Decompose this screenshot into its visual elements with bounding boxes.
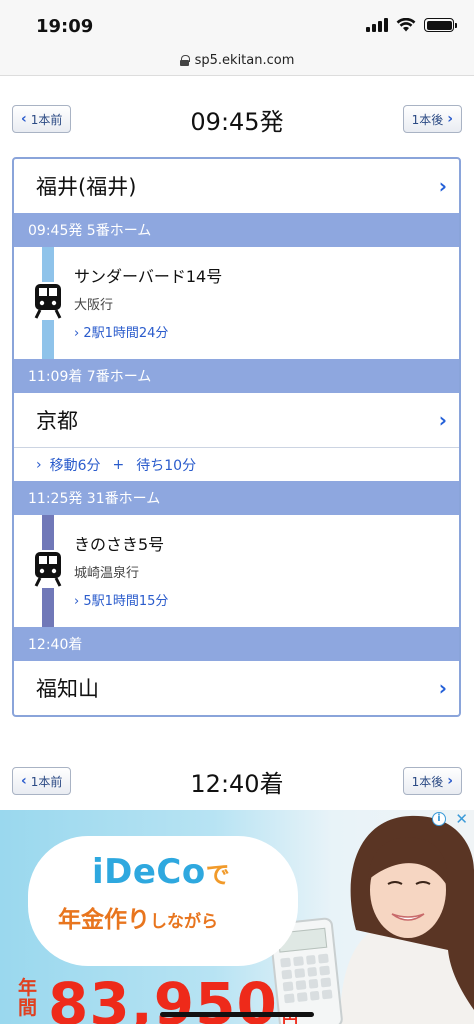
chevron-right-icon: › — [447, 111, 453, 127]
chevron-right-icon: › — [438, 174, 447, 198]
route-card: 福井(福井) › 09:45発 5番ホーム サンダーバード14号 大阪行 › 2… — [12, 157, 461, 717]
chevron-right-icon: › — [447, 773, 453, 789]
leg-1-stops-link[interactable]: › 2駅1時間24分 — [74, 322, 168, 341]
wifi-icon — [396, 18, 416, 32]
origin-departure-text: 09:45発 5番ホーム — [28, 223, 152, 239]
chevron-right-icon: › — [438, 676, 447, 700]
url-text: sp5.ekitan.com — [194, 53, 295, 68]
destination-station-row[interactable]: 福知山 › — [14, 661, 459, 715]
chevron-right-icon: › — [36, 456, 42, 473]
ad-banner[interactable]: iDeCoで 年金作りしながら 年間 83,950 円 i ✕ — [0, 810, 474, 1024]
leg-1-stops-text: 2駅1時間24分 — [83, 326, 169, 341]
leg-1-destination: 大阪行 — [74, 298, 114, 313]
ad-close-icon[interactable]: ✕ — [455, 810, 468, 828]
leg-2-stops-link[interactable]: › 5駅1時間15分 — [74, 590, 168, 609]
destination-arrival-band: 12:40着 — [14, 627, 459, 661]
transfer-departure-band: 11:25発 31番ホーム — [14, 481, 459, 515]
destination-station-name: 福知山 — [36, 677, 99, 701]
ad-info-icon[interactable]: i — [432, 812, 446, 826]
leg-2-train-name: きのさき5号 — [74, 535, 165, 554]
top-navigation: ‹ 1本前 09:45発 1本後 › — [0, 100, 474, 140]
address-bar[interactable]: sp5.ekitan.com — [0, 46, 474, 76]
leg-1-train-name: サンダーバード14号 — [74, 267, 223, 286]
ad-brand-suffix: で — [205, 861, 231, 889]
leg-2-stops-text: 5駅1時間15分 — [83, 594, 169, 609]
ad-tagline-main: 年金作り — [58, 907, 150, 933]
origin-station-row[interactable]: 福井(福井) › — [14, 159, 459, 213]
battery-icon — [424, 18, 457, 32]
origin-departure-band: 09:45発 5番ホーム — [14, 213, 459, 247]
transfer-station-name: 京都 — [36, 409, 78, 433]
ad-tagline: 年金作りしながら — [58, 900, 218, 934]
transfer-arrival-text: 11:09着 7番ホーム — [28, 369, 152, 385]
cellular-signal-icon — [366, 18, 388, 32]
chevron-right-icon: › — [74, 594, 80, 609]
ad-brand-name: iDeCo — [92, 852, 206, 892]
plus-sign: + — [112, 456, 125, 473]
ad-yearly-label: 年間 — [18, 977, 38, 1019]
origin-station-name: 福井(福井) — [36, 175, 137, 199]
transfer-wait-time: 待ち10分 — [136, 457, 197, 474]
bottom-navigation: ‹ 1本前 12:40着 1本後 › — [0, 762, 474, 802]
ad-tagline-suffix: しながら — [150, 912, 218, 932]
status-icons — [366, 18, 457, 32]
destination-arrival-text: 12:40着 — [28, 637, 83, 653]
transfer-info-row[interactable]: › 移動6分 + 待ち10分 — [14, 447, 459, 481]
transfer-arrival-band: 11:09着 7番ホーム — [14, 359, 459, 393]
train-icon — [31, 282, 65, 320]
next-train-button[interactable]: 1本後 › — [402, 105, 462, 133]
leg-1-segment: サンダーバード14号 大阪行 › 2駅1時間24分 — [14, 247, 459, 359]
status-time: 19:09 — [36, 16, 94, 37]
train-icon — [31, 550, 65, 588]
next-train-label: 1本後 — [411, 112, 444, 127]
lock-icon — [179, 55, 190, 66]
transfer-station-row[interactable]: 京都 › — [14, 393, 459, 447]
chevron-right-icon: › — [74, 326, 80, 341]
home-indicator — [160, 1012, 314, 1017]
chevron-right-icon: › — [438, 408, 447, 432]
ad-brand: iDeCoで — [92, 852, 230, 892]
leg-2-destination: 城崎温泉行 — [74, 566, 140, 581]
leg-2-segment: きのさき5号 城崎温泉行 › 5駅1時間15分 — [14, 515, 459, 627]
next-train-button[interactable]: 1本後 › — [402, 767, 462, 795]
status-bar: 19:09 — [0, 0, 474, 46]
transfer-move-time: 移動6分 — [49, 457, 101, 474]
transfer-departure-text: 11:25発 31番ホーム — [28, 491, 161, 507]
next-train-label: 1本後 — [411, 774, 444, 789]
